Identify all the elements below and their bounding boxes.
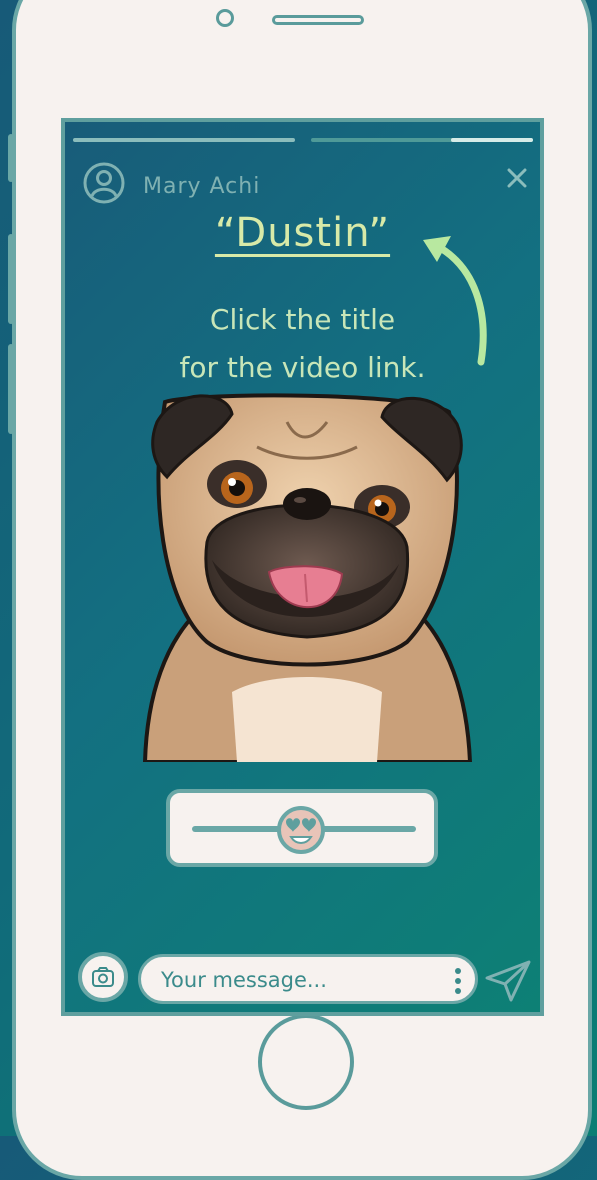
camera-icon (92, 967, 114, 987)
pug-illustration (142, 393, 473, 762)
story-progress-fill (451, 138, 533, 142)
video-title-text[interactable]: “Dustin” (215, 210, 390, 256)
camera-button[interactable] (78, 952, 128, 1002)
side-button-left (8, 134, 14, 182)
story-screen: Mary Achi “Dustin” Click the title for t… (61, 118, 544, 1016)
earpiece-speaker (272, 15, 364, 25)
reaction-slider[interactable] (166, 789, 438, 867)
message-input[interactable] (159, 963, 443, 997)
home-button[interactable] (258, 1014, 354, 1110)
side-button-left (8, 234, 14, 324)
send-icon[interactable] (483, 958, 533, 1004)
heart-eyes-emoji-icon[interactable] (276, 805, 326, 855)
story-progress-complete (73, 138, 295, 142)
curved-arrow-icon (423, 236, 487, 366)
story-user-name[interactable]: Mary Achi (143, 174, 260, 199)
side-button-left (8, 344, 14, 434)
sensor-dot (216, 9, 234, 27)
message-field[interactable] (138, 954, 478, 1004)
story-progress-current (311, 138, 533, 142)
profile-icon[interactable] (83, 162, 125, 204)
close-icon[interactable] (505, 166, 529, 190)
more-vertical-icon[interactable] (453, 966, 463, 996)
